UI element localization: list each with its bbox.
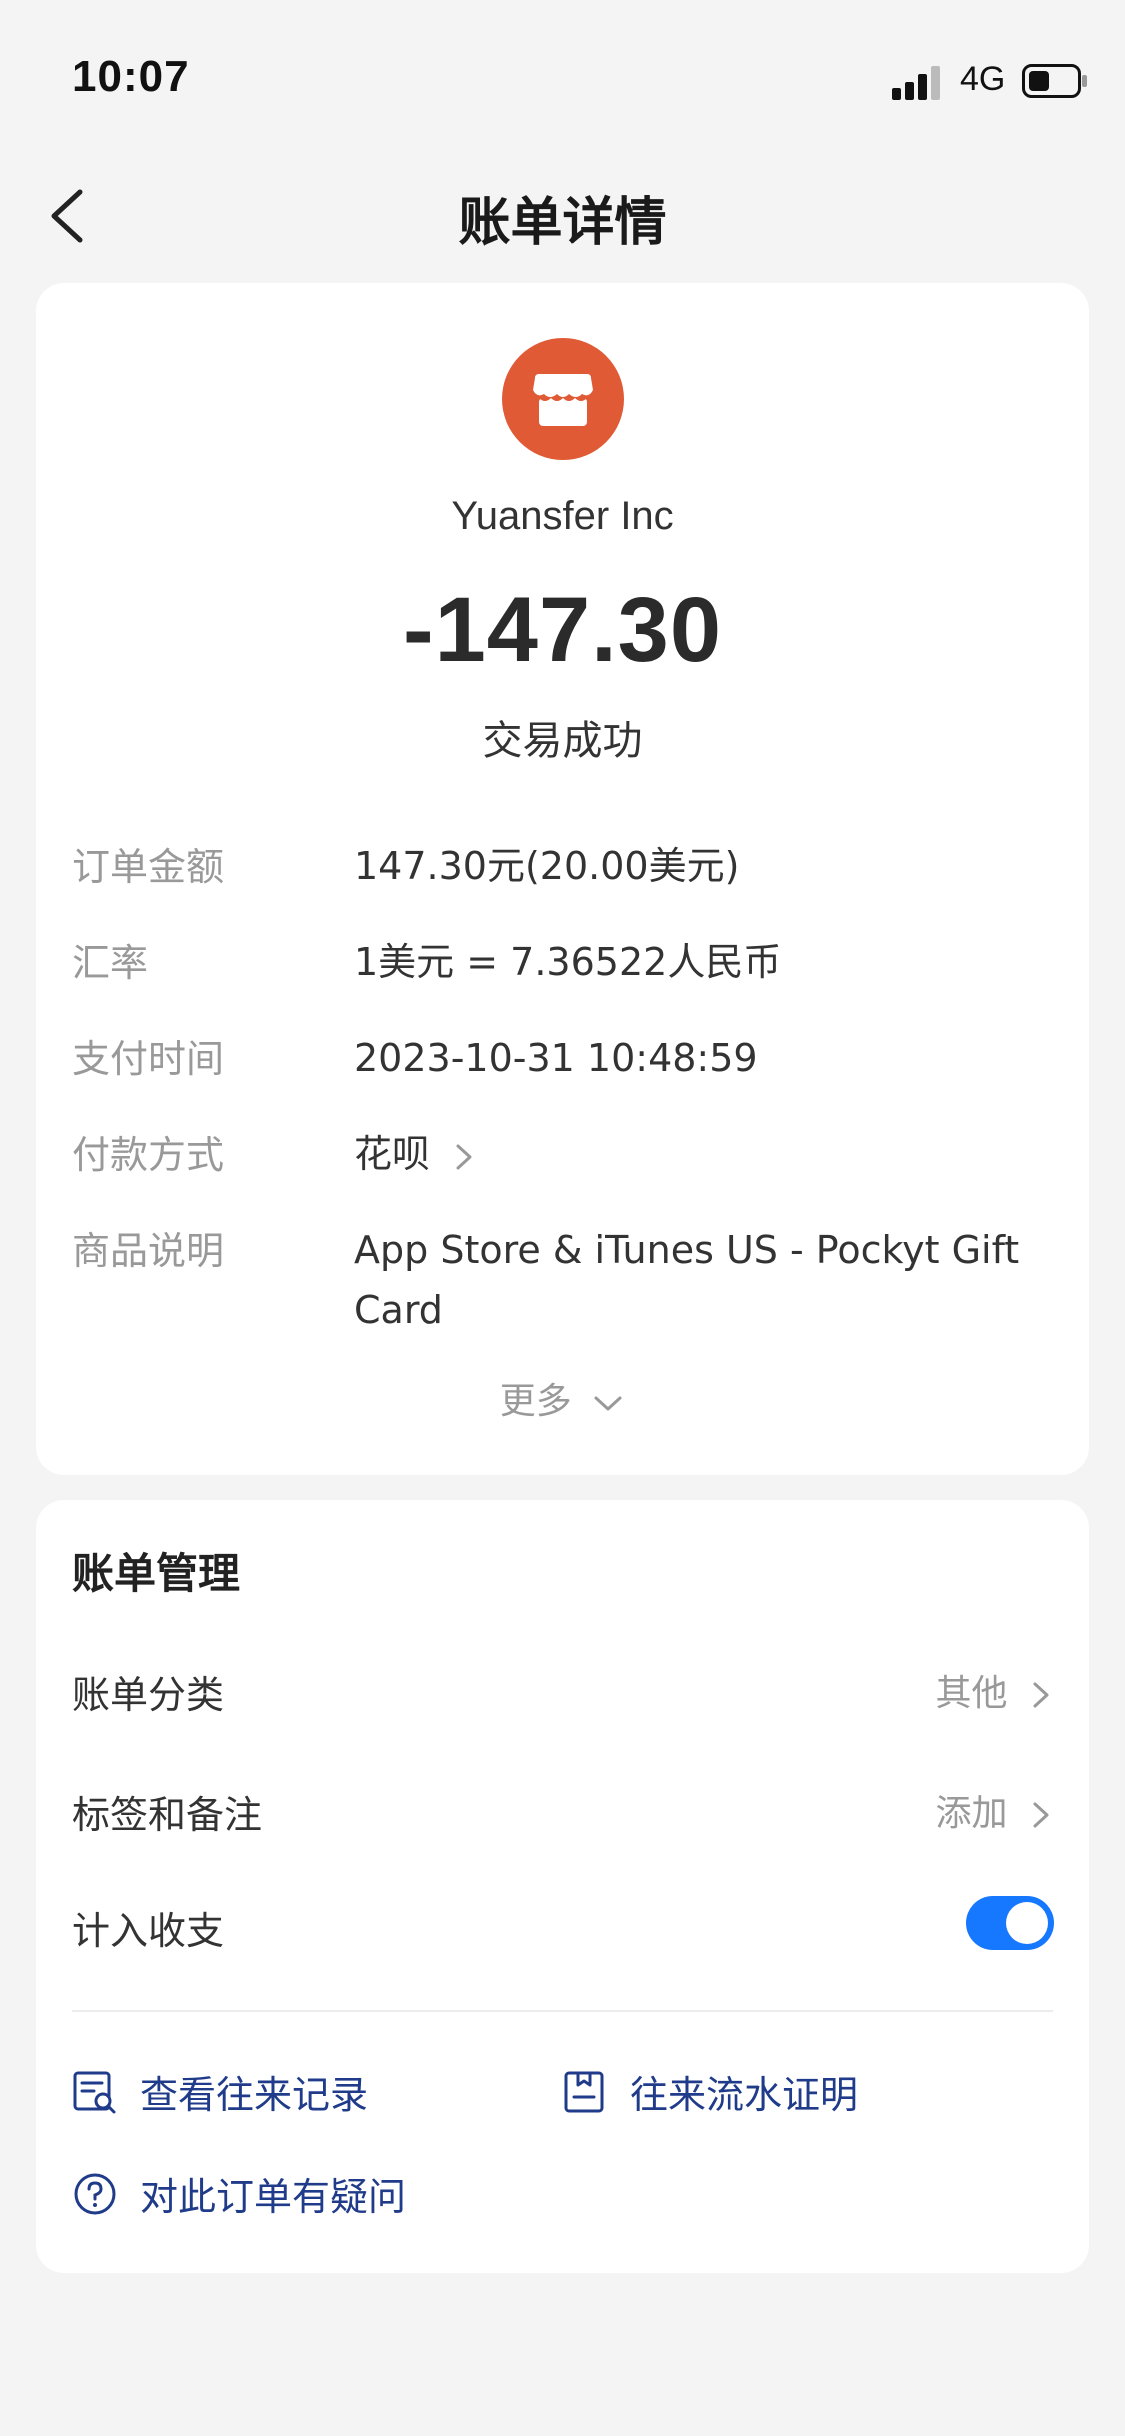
certificate-icon [564,2071,604,2112]
category-select[interactable]: 其他 [936,1664,1053,1716]
chevron-right-icon [1033,1802,1049,1828]
battery-icon [1022,64,1087,98]
more-button[interactable]: 更多 [0,1372,1125,1424]
history-link[interactable]: 查看往来记录 [72,2064,368,2119]
detail-label-pay-time: 支付时间 [72,1037,225,1081]
detail-value-product-desc: App Store & iTunes US - Pockyt Gift Card [354,1228,1020,1332]
network-type: 4G [960,60,1006,98]
detail-label-payment-method: 付款方式 [72,1133,225,1177]
chevron-right-icon [456,1144,472,1169]
store-icon [502,338,624,460]
chevron-down-icon [594,1396,622,1411]
category-value: 其他 [935,1673,1008,1714]
question-circle-icon [74,2173,116,2214]
section-title: 账单管理 [72,1549,241,1598]
question-link-label: 对此订单有疑问 [140,2175,407,2219]
detail-label-exchange-rate: 汇率 [72,941,149,985]
chevron-right-icon [1033,1682,1049,1708]
toggle-knob [1006,1902,1048,1944]
record-search-icon [73,2071,116,2113]
proof-link-label: 往来流水证明 [630,2073,859,2117]
merchant-name: Yuansfer Inc [451,494,674,538]
detail-label-product-desc: 商品说明 [72,1229,225,1273]
detail-value-payment-method: 花呗 [354,1132,431,1176]
detail-label-order-amount: 订单金额 [72,845,225,889]
page-title: 账单详情 [458,193,667,253]
bill-management-card [36,1500,1089,2273]
category-label: 账单分类 [72,1673,225,1717]
tags-value: 添加 [935,1793,1008,1834]
question-link[interactable]: 对此订单有疑问 [72,2166,406,2221]
status-time: 10:07 [72,52,190,101]
include-toggle[interactable] [966,1896,1054,1950]
proof-link[interactable]: 往来流水证明 [562,2064,858,2119]
include-label: 计入收支 [72,1909,225,1953]
signal-icon [892,66,940,100]
detail-value-exchange-rate: 1美元 = 7.36522人民币 [354,940,782,984]
transaction-amount: -147.30 [402,579,723,681]
more-label: 更多 [499,1381,572,1422]
detail-value-order-amount: 147.30元(20.00美元) [354,844,740,888]
payment-method-link[interactable]: 花呗 [354,1124,476,1184]
history-link-label: 查看往来记录 [140,2073,369,2117]
transaction-status: 交易成功 [482,718,643,764]
tags-add-button[interactable]: 添加 [936,1784,1053,1836]
divider [72,2010,1053,2012]
tags-label: 标签和备注 [72,1793,263,1837]
detail-value-pay-time: 2023-10-31 10:48:59 [354,1036,758,1080]
